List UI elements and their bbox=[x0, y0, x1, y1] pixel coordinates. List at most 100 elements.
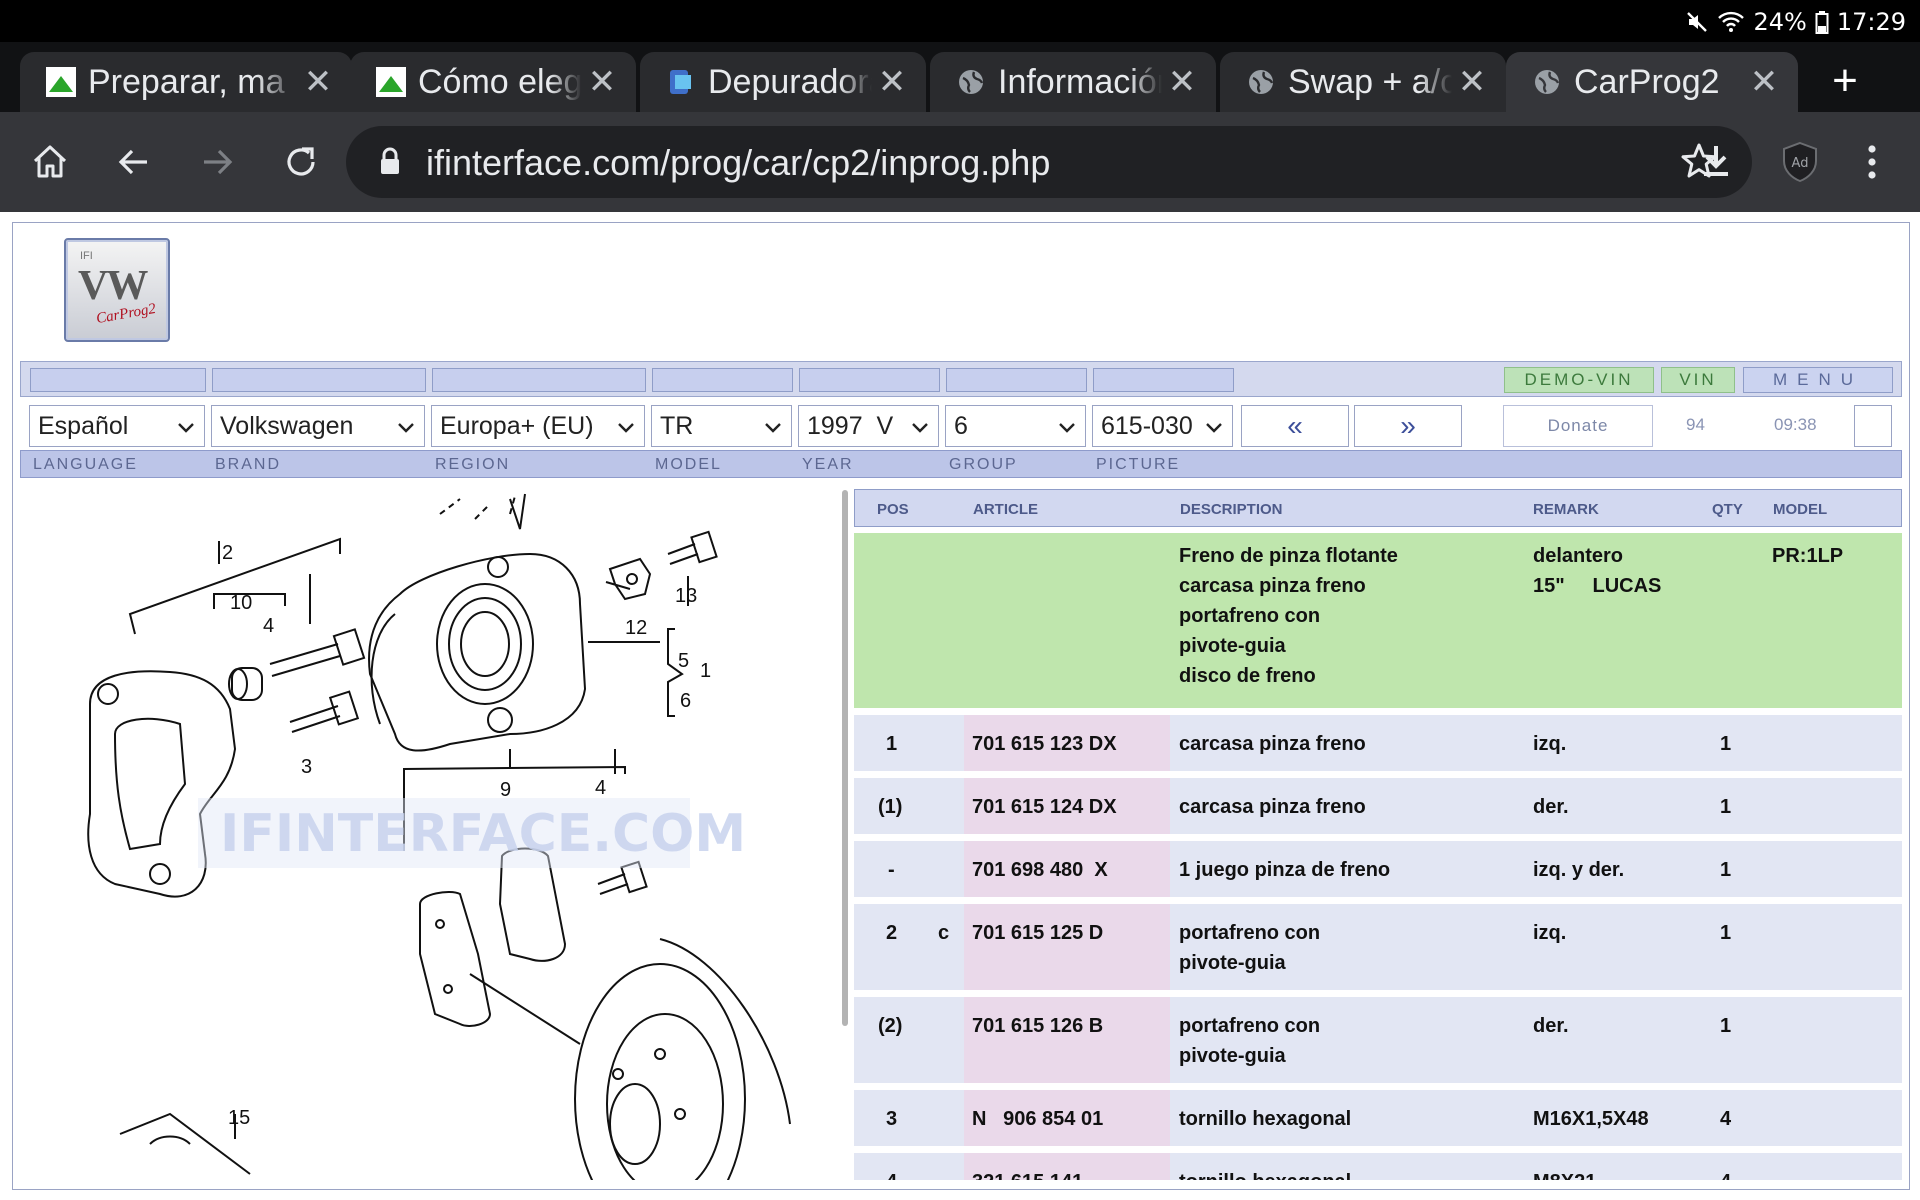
previous-picture-button[interactable]: « bbox=[1241, 405, 1349, 447]
row-article[interactable]: 701 615 125 D bbox=[972, 918, 1103, 948]
row-description: portafreno con pivote-guia bbox=[1179, 922, 1321, 974]
group-remark: delantero 15" LUCAS bbox=[1533, 545, 1662, 597]
row-article[interactable]: 321 615 141 bbox=[972, 1167, 1083, 1180]
language-search-field[interactable] bbox=[30, 368, 206, 392]
row-description: tornillo hexagonal. bbox=[1179, 1167, 1357, 1180]
region-select[interactable]: Europa+ (EU) bbox=[431, 405, 645, 447]
new-tab-button[interactable]: + bbox=[1820, 56, 1870, 106]
clock: 17:29 bbox=[1836, 8, 1906, 36]
table-row[interactable]: - 701 698 480 X 1 juego pinza de freno i… bbox=[854, 841, 1902, 897]
row-article[interactable]: N 906 854 01 bbox=[972, 1104, 1103, 1134]
header-model[interactable]: MODEL bbox=[1773, 501, 1827, 518]
table-row[interactable]: 4 321 615 141 tornillo hexagonal. M8X21 … bbox=[854, 1153, 1902, 1180]
model-select[interactable]: TR bbox=[651, 405, 792, 447]
wifi-icon bbox=[1717, 10, 1745, 34]
year-select[interactable]: 1997 V bbox=[798, 405, 939, 447]
tab-carprog2[interactable]: CarProg2 ✕ bbox=[1506, 52, 1798, 112]
globe-icon bbox=[1532, 67, 1562, 97]
table-row[interactable]: 2 c 701 615 125 D portafreno con pivote-… bbox=[854, 904, 1902, 990]
year-search-field[interactable] bbox=[799, 368, 940, 392]
address-bar[interactable]: ifinterface.com/prog/car/cp2/inprog.php bbox=[346, 126, 1752, 198]
next-picture-button[interactable]: » bbox=[1354, 405, 1462, 447]
tab-preparar[interactable]: Preparar, ma ✕ bbox=[20, 52, 352, 112]
tab-depuradora[interactable]: Depuradora ✕ bbox=[640, 52, 926, 112]
back-button[interactable] bbox=[110, 138, 158, 186]
row-article[interactable]: 701 698 480 X bbox=[972, 855, 1108, 885]
url-text[interactable]: ifinterface.com/prog/car/cp2/inprog.php bbox=[426, 142, 1050, 184]
demo-vin-button[interactable]: DEMO-VIN bbox=[1504, 367, 1654, 393]
row-article[interactable]: 701 615 123 DX bbox=[972, 729, 1117, 759]
model-select-value: TR bbox=[660, 411, 694, 440]
home-button[interactable] bbox=[26, 138, 74, 186]
callout-label: 1 bbox=[700, 660, 711, 682]
logo-vw-text: VW bbox=[78, 263, 148, 309]
callout-label: 5 bbox=[678, 650, 689, 672]
model-search-field[interactable] bbox=[652, 368, 793, 392]
counter-value: 94 bbox=[1686, 415, 1705, 434]
blue-pool-icon bbox=[666, 67, 696, 97]
download-icon bbox=[1704, 146, 1728, 176]
row-pos: 2 bbox=[886, 922, 898, 944]
vin-button[interactable]: VIN bbox=[1661, 367, 1735, 393]
language-select[interactable]: Español bbox=[29, 405, 205, 447]
menu-button[interactable] bbox=[1848, 138, 1896, 186]
close-icon[interactable]: ✕ bbox=[1162, 62, 1202, 102]
header-description[interactable]: DESCRIPTION bbox=[1180, 501, 1283, 518]
row-remark: der. bbox=[1533, 1015, 1569, 1037]
vw-carprog2-logo[interactable]: IFI VW CarProg2 bbox=[64, 238, 170, 342]
close-icon[interactable]: ✕ bbox=[872, 62, 912, 102]
parts-diagram[interactable]: 2 10 4 3 5 6 1 12 13 9 4 15 IFINTERFACE.… bbox=[20, 484, 840, 1180]
group-row[interactable]: Freno de pinza flotante carcasa pinza fr… bbox=[854, 533, 1902, 708]
picture-search-field[interactable] bbox=[1093, 368, 1234, 392]
tab-title: CarProg2 bbox=[1574, 62, 1720, 101]
language-label: LANGUAGE bbox=[33, 456, 138, 473]
callout-label: 6 bbox=[680, 690, 691, 712]
battery-icon bbox=[1815, 10, 1829, 34]
reload-button[interactable] bbox=[277, 138, 325, 186]
row-remark: izq. bbox=[1533, 733, 1567, 755]
table-row[interactable]: (1) 701 615 124 DX carcasa pinza freno d… bbox=[854, 778, 1902, 834]
tab-informacion[interactable]: Información ✕ bbox=[930, 52, 1216, 112]
region-search-field[interactable] bbox=[432, 368, 646, 392]
brand-select[interactable]: Volkswagen bbox=[211, 405, 425, 447]
table-row[interactable]: 3 N 906 854 01 tornillo hexagonal M16X1,… bbox=[854, 1090, 1902, 1146]
brand-select-value: Volkswagen bbox=[220, 411, 354, 440]
group-select[interactable]: 6 bbox=[945, 405, 1086, 447]
close-icon[interactable]: ✕ bbox=[1744, 62, 1784, 102]
green-triangle-icon bbox=[46, 67, 76, 97]
diagram-scrollbar[interactable] bbox=[842, 490, 848, 1026]
download-button[interactable] bbox=[1692, 138, 1740, 186]
small-input-box[interactable] bbox=[1854, 405, 1892, 447]
language-select-value: Español bbox=[38, 411, 129, 440]
group-search-field[interactable] bbox=[946, 368, 1087, 392]
adblock-button[interactable]: Ad bbox=[1776, 138, 1824, 186]
header-article[interactable]: ARTICLE bbox=[973, 501, 1038, 518]
row-qty: 1 bbox=[1720, 796, 1732, 818]
close-icon[interactable]: ✕ bbox=[298, 62, 338, 102]
header-remark[interactable]: REMARK bbox=[1533, 501, 1599, 518]
row-article[interactable]: 701 615 126 B bbox=[972, 1011, 1103, 1041]
close-icon[interactable]: ✕ bbox=[1452, 62, 1492, 102]
table-row[interactable]: (2) 701 615 126 B portafreno con pivote-… bbox=[854, 997, 1902, 1083]
menu-page-button[interactable]: MENU bbox=[1743, 367, 1893, 393]
header-pos[interactable]: POS bbox=[877, 501, 909, 518]
row-remark: M16X1,5X48 bbox=[1533, 1108, 1649, 1130]
chevron-down-icon bbox=[398, 423, 414, 433]
row-pos: (1) bbox=[878, 796, 903, 818]
table-row[interactable]: 1 701 615 123 DX carcasa pinza freno izq… bbox=[854, 715, 1902, 771]
donate-button[interactable]: Donate bbox=[1503, 405, 1653, 447]
close-icon[interactable]: ✕ bbox=[582, 62, 622, 102]
tab-como-elegir[interactable]: Cómo elegir ✕ bbox=[350, 52, 636, 112]
forward-button[interactable] bbox=[193, 138, 241, 186]
row-flag: c bbox=[938, 922, 950, 944]
group-label: GROUP bbox=[949, 456, 1018, 473]
picture-select[interactable]: 615-030 bbox=[1092, 405, 1233, 447]
brand-search-field[interactable] bbox=[212, 368, 426, 392]
row-pos: (2) bbox=[878, 1015, 903, 1037]
tab-swap[interactable]: Swap + a/c? ✕ bbox=[1220, 52, 1506, 112]
tab-strip: Preparar, ma ✕ Cómo elegir ✕ Depuradora … bbox=[0, 42, 1920, 112]
header-qty[interactable]: QTY bbox=[1712, 501, 1743, 518]
picture-label: PICTURE bbox=[1096, 456, 1181, 473]
back-arrow-icon bbox=[118, 149, 147, 175]
row-article[interactable]: 701 615 124 DX bbox=[972, 792, 1117, 822]
